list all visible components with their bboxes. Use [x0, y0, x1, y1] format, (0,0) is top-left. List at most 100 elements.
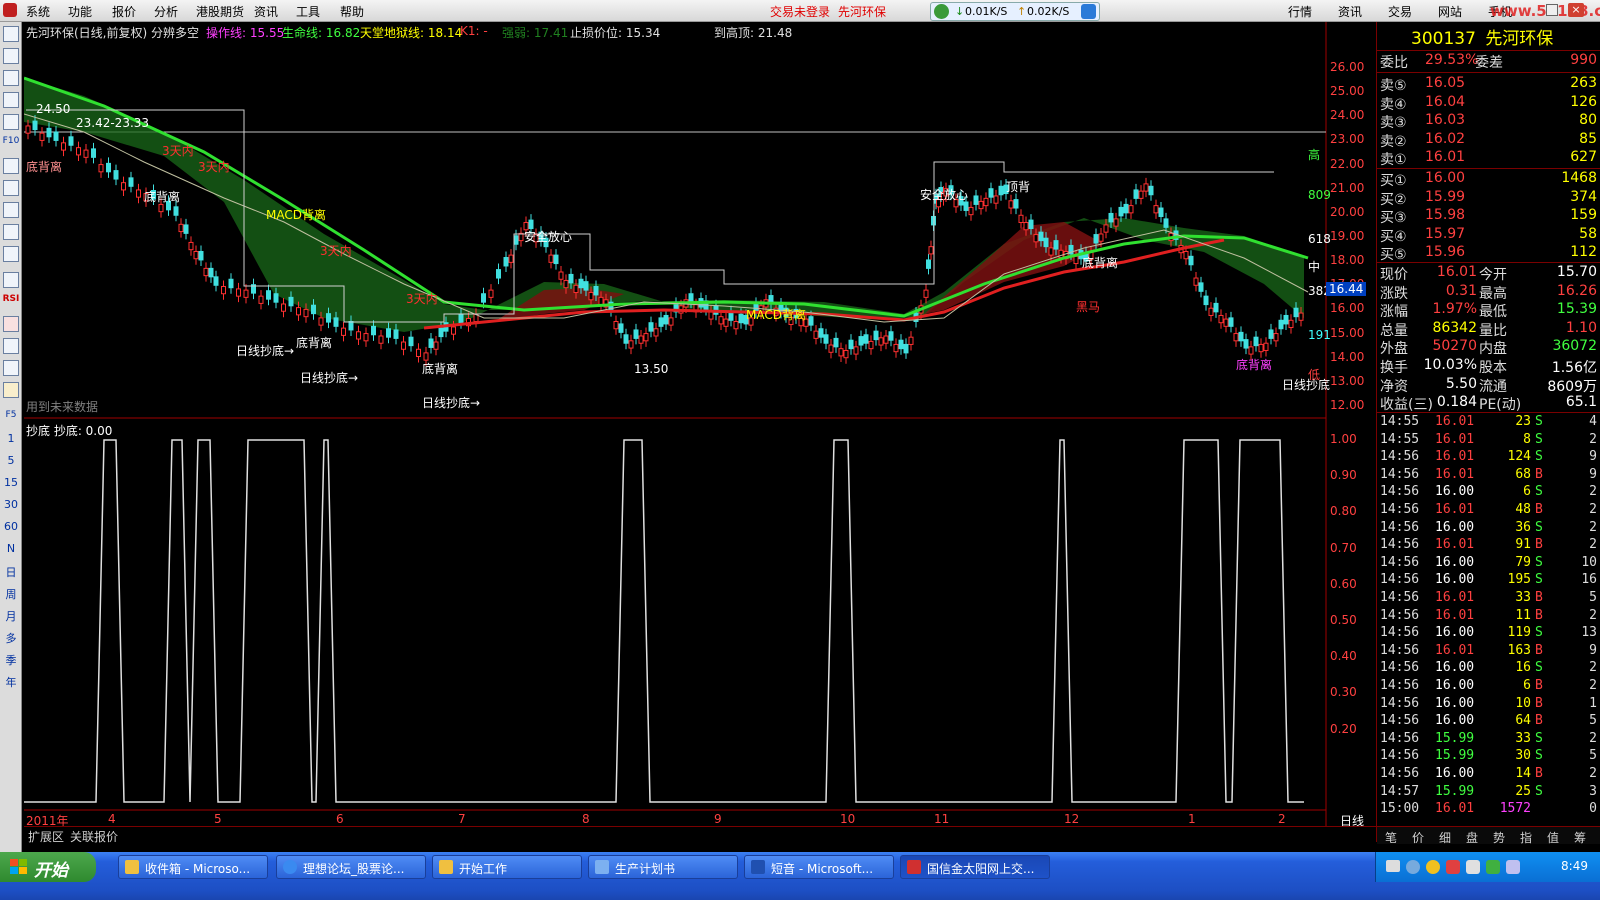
formula-icon[interactable]: [3, 202, 19, 218]
task-doc[interactable]: 短音 - Microsoft...: [744, 855, 894, 879]
calc-icon[interactable]: [3, 224, 19, 240]
period-n[interactable]: N: [0, 542, 22, 555]
trade-login-status: 交易未登录: [770, 5, 831, 19]
period-week[interactable]: 周: [0, 586, 22, 602]
period-15min[interactable]: 15: [0, 476, 22, 489]
line-chart-icon[interactable]: [3, 70, 19, 86]
export-icon[interactable]: [3, 360, 19, 376]
menu-tools[interactable]: 工具: [296, 3, 320, 20]
quote-tab[interactable]: 细: [1439, 829, 1451, 846]
menu-function[interactable]: 功能: [68, 3, 92, 20]
quote-tab[interactable]: 值: [1547, 829, 1559, 846]
bid-row[interactable]: 买① 16.00 1468: [1377, 170, 1600, 189]
candle-body: [813, 330, 819, 339]
quote-tab[interactable]: 价: [1412, 829, 1424, 846]
start-button[interactable]: 开始: [0, 852, 96, 882]
task-forum[interactable]: 理想论坛_股票论...: [276, 855, 426, 879]
tick-side: S: [1535, 414, 1543, 429]
quote-tab[interactable]: 筹: [1574, 829, 1586, 846]
task-start-work[interactable]: 开始工作: [432, 855, 582, 879]
quote-tab[interactable]: 笔: [1385, 829, 1397, 846]
price-tick: 23.00: [1330, 132, 1365, 147]
refresh-icon[interactable]: [1081, 4, 1096, 19]
candle-body: [558, 271, 564, 280]
quote-tab[interactable]: 势: [1493, 829, 1505, 846]
keyboard-icon[interactable]: [1386, 860, 1400, 872]
antivirus-icon[interactable]: [1446, 860, 1460, 874]
qq-icon[interactable]: [1426, 860, 1440, 874]
quote-tab[interactable]: 指: [1520, 829, 1532, 846]
ask-row[interactable]: 卖② 16.02 85: [1377, 131, 1600, 150]
ask-row[interactable]: 卖① 16.01 627: [1377, 149, 1600, 168]
grid-icon[interactable]: [3, 114, 19, 130]
money-icon[interactable]: [3, 316, 19, 332]
period-month[interactable]: 月: [0, 608, 22, 624]
period-day[interactable]: 日: [0, 564, 22, 580]
speaker-icon[interactable]: [1506, 860, 1520, 874]
quote-list-icon[interactable]: [3, 26, 19, 42]
minimize-button[interactable]: [1546, 4, 1558, 16]
pen-icon[interactable]: [3, 382, 19, 398]
ask-row[interactable]: 卖④ 16.04 126: [1377, 94, 1600, 113]
period-60min[interactable]: 60: [0, 520, 22, 533]
rsi-button[interactable]: RSI: [0, 294, 22, 304]
period-30min[interactable]: 30: [0, 498, 22, 511]
bid-row[interactable]: 买⑤ 15.96 112: [1377, 244, 1600, 263]
menu-website[interactable]: 网站: [1438, 3, 1462, 20]
move-icon[interactable]: [3, 338, 19, 354]
menu-hk-futures[interactable]: 港股期货: [196, 3, 244, 20]
tab-extended-area[interactable]: 扩展区: [28, 828, 64, 845]
menu-trade[interactable]: 交易: [1388, 3, 1412, 20]
memo-icon[interactable]: [3, 180, 19, 196]
tick-volume: 11: [1515, 607, 1531, 623]
search-icon[interactable]: [3, 246, 19, 262]
task-plan[interactable]: 生产计划书: [588, 855, 738, 879]
task-trading[interactable]: 国信金太阳网上交...: [900, 855, 1050, 879]
period-quarter[interactable]: 季: [0, 652, 22, 668]
menu-system[interactable]: 系统: [26, 3, 50, 20]
menu-analysis[interactable]: 分析: [154, 3, 178, 20]
tick-row: 14:56 16.01 11 B 2: [1377, 608, 1600, 626]
f10-button[interactable]: F10: [0, 136, 22, 146]
f5-button[interactable]: F5: [0, 410, 22, 420]
candle-body: [568, 273, 574, 284]
task-inbox[interactable]: 收件箱 - Microso...: [118, 855, 268, 879]
kline-chart[interactable]: [24, 22, 1376, 826]
candle-body: [898, 339, 904, 350]
tick-price: 16.00: [1435, 695, 1475, 711]
tick-time: 14:56: [1380, 660, 1420, 676]
volume-icon[interactable]: [1466, 860, 1480, 874]
kline-icon[interactable]: [3, 92, 19, 108]
tick-volume: 6: [1523, 678, 1531, 693]
period-5min[interactable]: 5: [0, 454, 22, 467]
tab-related-quote[interactable]: 关联报价: [70, 828, 118, 845]
period-year[interactable]: 年: [0, 674, 22, 690]
bid-row[interactable]: 买④ 15.97 58: [1377, 226, 1600, 245]
network-tray-icon[interactable]: [1406, 860, 1420, 874]
bid-row[interactable]: 买② 15.99 374: [1377, 189, 1600, 208]
task-label: 生产计划书: [615, 862, 676, 876]
period-multi[interactable]: 多: [0, 630, 22, 646]
tick-side: S: [1535, 572, 1543, 588]
subchart-tick: 0.70: [1330, 540, 1357, 555]
menu-info[interactable]: 资讯: [1338, 3, 1362, 20]
wave-icon[interactable]: [3, 272, 19, 288]
stat-label: 涨幅: [1380, 304, 1408, 321]
menu-market[interactable]: 行情: [1288, 3, 1312, 20]
menu-help[interactable]: 帮助: [340, 3, 364, 20]
ask-row[interactable]: 卖③ 16.03 80: [1377, 112, 1600, 131]
quote-tab[interactable]: 盘: [1466, 829, 1478, 846]
shield-icon[interactable]: [1486, 860, 1500, 874]
close-button[interactable]: ×: [1568, 3, 1584, 17]
kline-chart-area[interactable]: 先河环保(日线,前复权) 分辨多空 操作线: 15.55 生命线: 16.82 …: [24, 22, 1376, 852]
bid-row[interactable]: 买③ 15.98 159: [1377, 207, 1600, 226]
candle-body: [1248, 346, 1254, 355]
period-1min[interactable]: 1: [0, 432, 22, 445]
candle-body: [638, 335, 644, 344]
table-icon[interactable]: [3, 48, 19, 64]
menu-news[interactable]: 资讯: [254, 3, 278, 20]
candle-body: [513, 235, 519, 245]
ask-row[interactable]: 卖⑤ 16.05 263: [1377, 75, 1600, 94]
news-icon[interactable]: [3, 158, 19, 174]
menu-quote[interactable]: 报价: [112, 3, 136, 20]
